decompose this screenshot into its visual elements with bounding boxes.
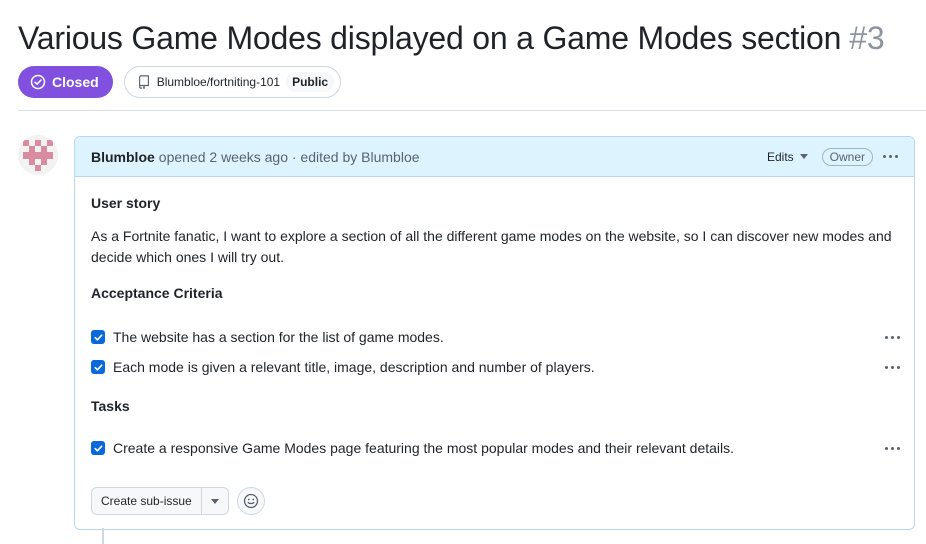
sub-issue-controls: Create sub-issue	[91, 487, 265, 515]
repo-icon	[138, 75, 149, 89]
checked-checkbox[interactable]	[91, 360, 105, 374]
repo-name: Blumbloe/fortniting-101	[156, 75, 281, 89]
owner-badge: Owner	[821, 147, 873, 166]
closed-check-icon	[30, 74, 46, 90]
edits-label: Edits	[766, 149, 794, 164]
checked-checkbox[interactable]	[91, 441, 105, 455]
task-list-item: Create a responsive Game Modes page feat…	[91, 437, 900, 459]
smiley-icon	[243, 493, 258, 509]
task-item-text: The website has a section for the list o…	[113, 329, 444, 345]
tasks-heading: Tasks	[91, 398, 130, 414]
task-item-text: Create a responsive Game Modes page feat…	[113, 440, 735, 456]
task-options-kebab-icon[interactable]	[885, 335, 900, 339]
task-item-text: Each mode is given a relevant title, ima…	[113, 359, 595, 375]
comment-header: Blumbloe opened 2 weeks ago · edited by …	[75, 137, 914, 177]
chevron-down-icon	[210, 498, 219, 504]
acceptance-heading: Acceptance Criteria	[91, 285, 223, 301]
comment-meta: opened 2 weeks ago · edited by Blumbloe	[158, 148, 420, 165]
comment-options-kebab-icon[interactable]	[883, 155, 898, 158]
issue-comment: Blumbloe opened 2 weeks ago · edited by …	[74, 136, 915, 530]
sub-issue-dropdown-button[interactable]	[202, 488, 228, 514]
task-list-item: The website has a section for the list o…	[91, 326, 900, 348]
visibility-badge: Public	[286, 72, 335, 92]
identicon-icon	[18, 135, 58, 175]
timeline-line	[102, 528, 104, 544]
edits-dropdown[interactable]: Edits	[767, 150, 808, 164]
create-sub-issue-button[interactable]: Create sub-issue	[92, 488, 202, 514]
issue-number: #3	[849, 20, 885, 56]
repo-link[interactable]: Blumbloe/fortniting-101 Public	[123, 66, 342, 98]
issue-title-row: Various Game Modes displayed on a Game M…	[18, 20, 885, 57]
add-reaction-button[interactable]	[236, 487, 265, 515]
header-divider	[18, 110, 926, 111]
issue-meta: Closed Blumbloe/fortniting-101 Public	[18, 66, 342, 98]
chevron-down-icon	[799, 154, 808, 159]
task-options-kebab-icon[interactable]	[885, 365, 900, 369]
create-sub-issue-split-button: Create sub-issue	[91, 487, 229, 515]
user-story-heading: User story	[91, 195, 161, 211]
comment-author[interactable]: Blumbloe	[91, 149, 155, 165]
checked-checkbox[interactable]	[91, 330, 105, 344]
issue-title: Various Game Modes displayed on a Game M…	[18, 20, 842, 56]
comment-body: User story As a Fortnite fanatic, I want…	[75, 177, 914, 320]
state-badge: Closed	[18, 66, 113, 98]
user-story-text: As a Fortnite fanatic, I want to explore…	[91, 228, 892, 265]
task-options-kebab-icon[interactable]	[885, 446, 900, 450]
task-list-item: Each mode is given a relevant title, ima…	[91, 356, 900, 378]
state-label: Closed	[52, 74, 99, 90]
avatar[interactable]	[18, 135, 58, 175]
